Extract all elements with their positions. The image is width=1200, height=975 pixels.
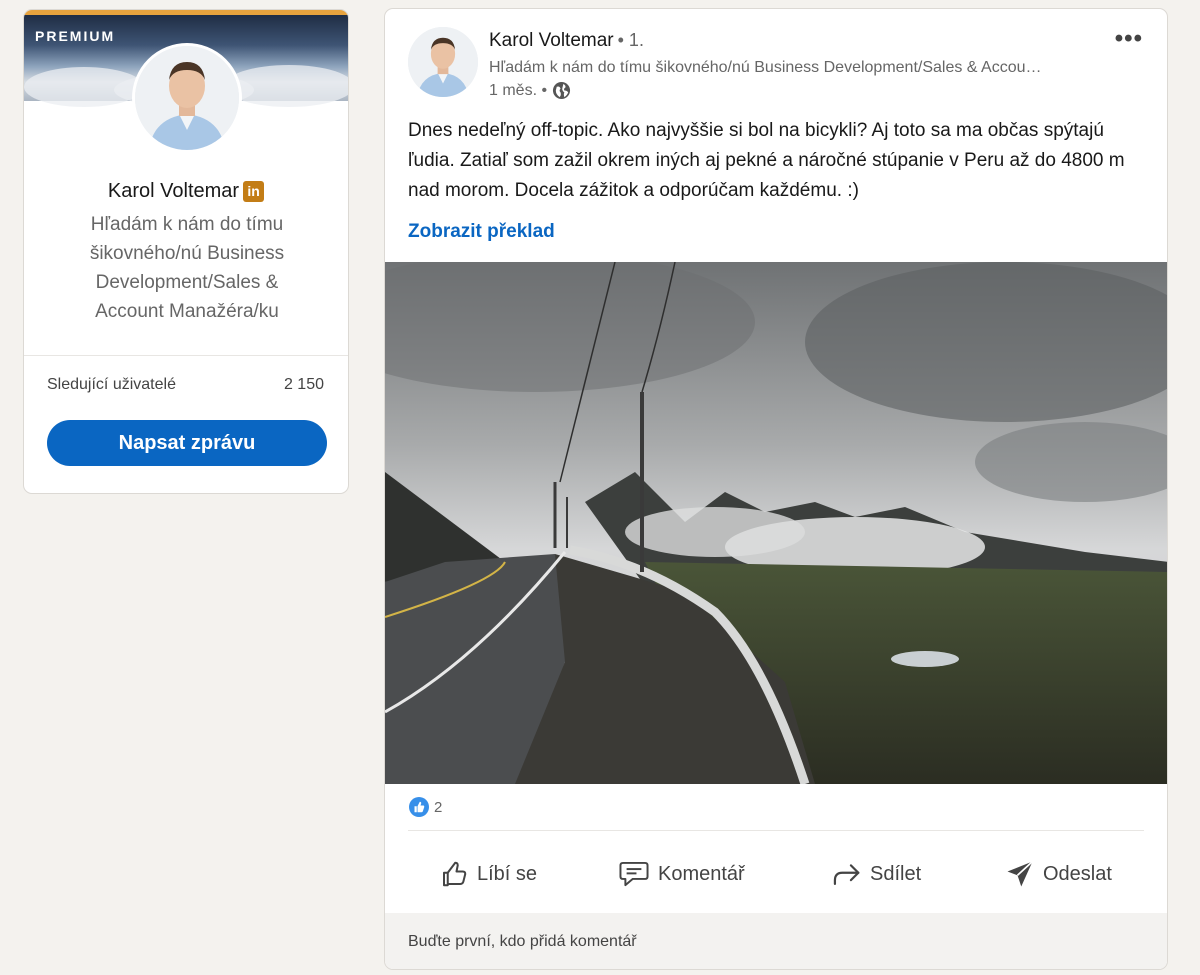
comment-icon bbox=[619, 861, 649, 887]
followers-label: Sledující uživatelé bbox=[47, 376, 176, 393]
send-button[interactable]: Odeslat bbox=[1005, 854, 1112, 894]
comment-prompt-bar[interactable]: Buďte první, kdo přidá komentář bbox=[385, 913, 1167, 969]
profile-card: PREMIUM Karol Voltemar in Hľadám k nám do… bbox=[23, 9, 349, 494]
post-author-avatar[interactable] bbox=[408, 27, 478, 97]
post-author-name[interactable]: Karol Voltemar bbox=[489, 30, 614, 51]
send-label: Odeslat bbox=[1043, 862, 1112, 885]
divider bbox=[408, 830, 1144, 831]
premium-label: PREMIUM bbox=[35, 28, 116, 44]
divider bbox=[24, 355, 348, 356]
comment-prompt-text: Buďte první, kdo přidá komentář bbox=[408, 933, 637, 950]
post-text: Dnes nedeľný off-topic. Ako najvyššie si… bbox=[408, 120, 1125, 201]
send-message-button[interactable]: Napsat zprávu bbox=[47, 420, 327, 466]
reaction-count: 2 bbox=[434, 798, 443, 816]
post-timestamp: 1 měs. • bbox=[489, 81, 571, 100]
comment-button[interactable]: Komentář bbox=[618, 854, 745, 894]
send-plane-icon bbox=[1007, 860, 1034, 887]
globe-icon bbox=[553, 81, 571, 100]
post-card: Karol Voltemar • 1. Hľadám k nám do tímu … bbox=[384, 8, 1168, 970]
connection-degree: • 1. bbox=[617, 30, 644, 50]
thumbs-up-icon bbox=[443, 861, 467, 887]
translate-link[interactable]: Zobrazit překlad bbox=[408, 221, 555, 243]
profile-headline: Hľadám k nám do tímu šikovného/nú Busine… bbox=[89, 214, 285, 322]
comment-label: Komentář bbox=[658, 862, 745, 885]
followers-count: 2 150 bbox=[283, 376, 324, 393]
share-label: Sdílet bbox=[870, 862, 922, 885]
reactions-summary[interactable]: 2 bbox=[409, 797, 442, 817]
more-options-icon[interactable]: ••• bbox=[1115, 25, 1143, 53]
avatar[interactable] bbox=[132, 43, 242, 153]
share-arrow-icon bbox=[833, 864, 860, 885]
post-image[interactable] bbox=[385, 262, 1167, 784]
post-time-text: 1 měs. • bbox=[489, 81, 548, 99]
like-reaction-icon bbox=[409, 797, 429, 817]
post-author-headline: Hľadám k nám do tímu šikovného/nú Busine… bbox=[489, 59, 1042, 76]
profile-name-row: Karol Voltemar in bbox=[24, 180, 348, 203]
profile-name[interactable]: Karol Voltemar bbox=[108, 180, 239, 202]
post-author-line: Karol Voltemar • 1. bbox=[489, 30, 644, 52]
share-button[interactable]: Sdílet bbox=[830, 854, 921, 894]
linkedin-premium-icon: in bbox=[243, 181, 265, 202]
like-label: Líbí se bbox=[477, 862, 538, 885]
like-button[interactable]: Líbí se bbox=[439, 854, 537, 894]
